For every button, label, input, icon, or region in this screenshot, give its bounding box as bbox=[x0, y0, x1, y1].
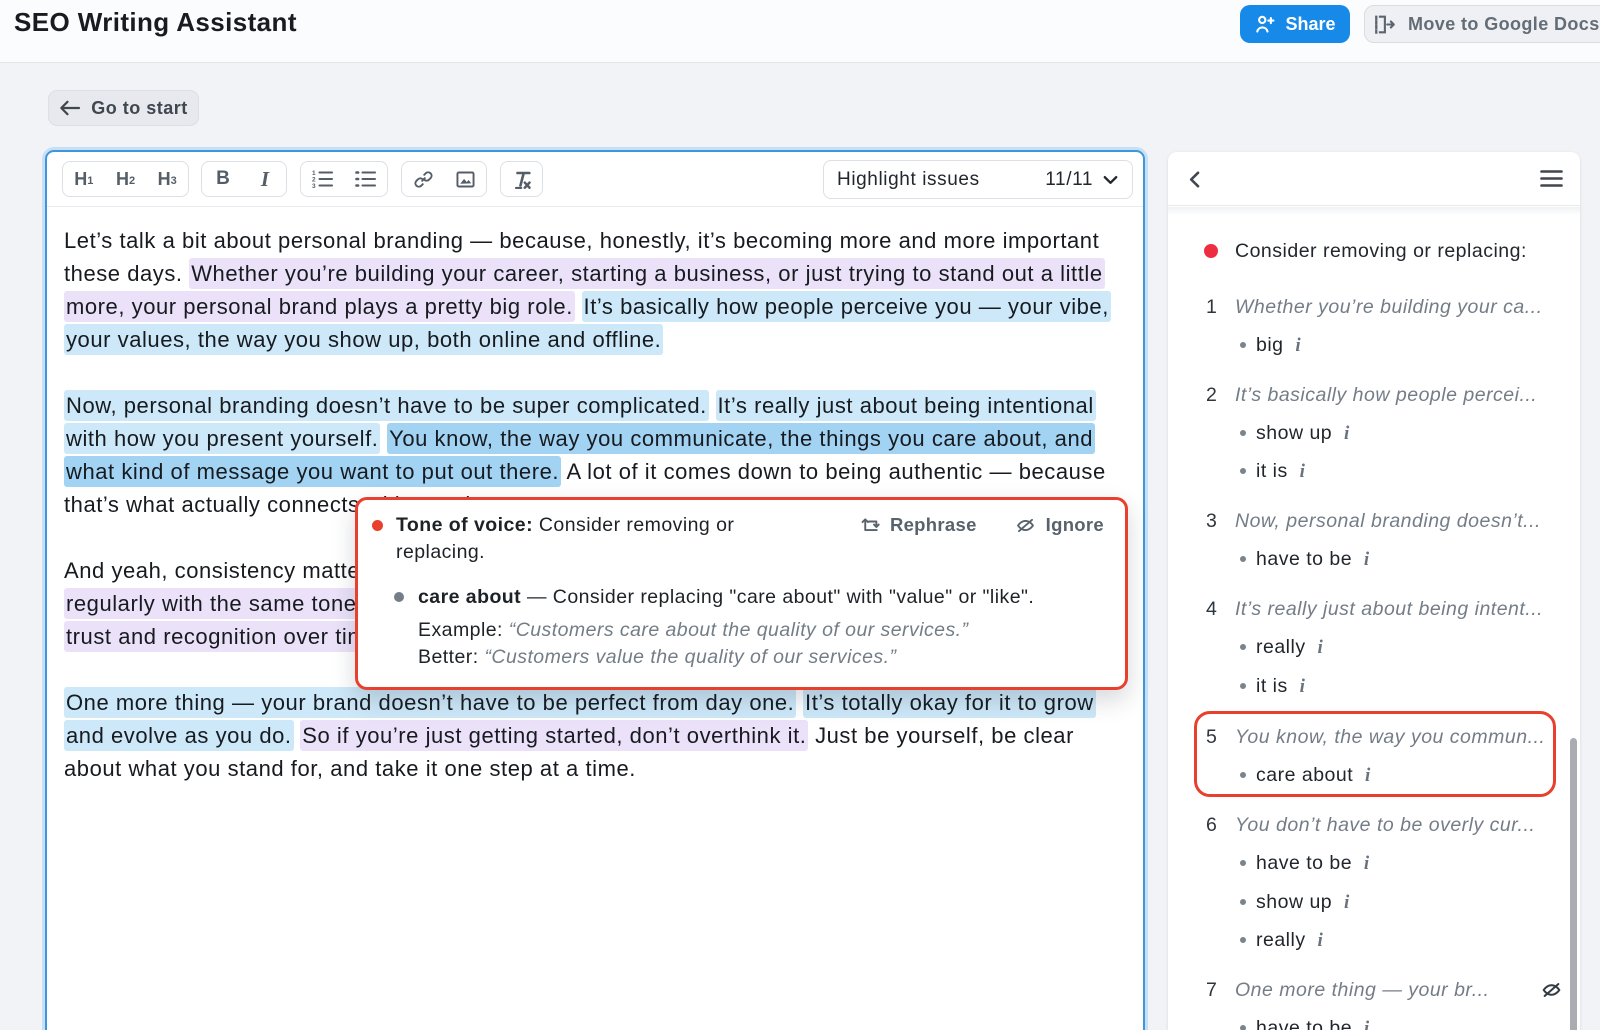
svg-text:3: 3 bbox=[312, 183, 316, 189]
